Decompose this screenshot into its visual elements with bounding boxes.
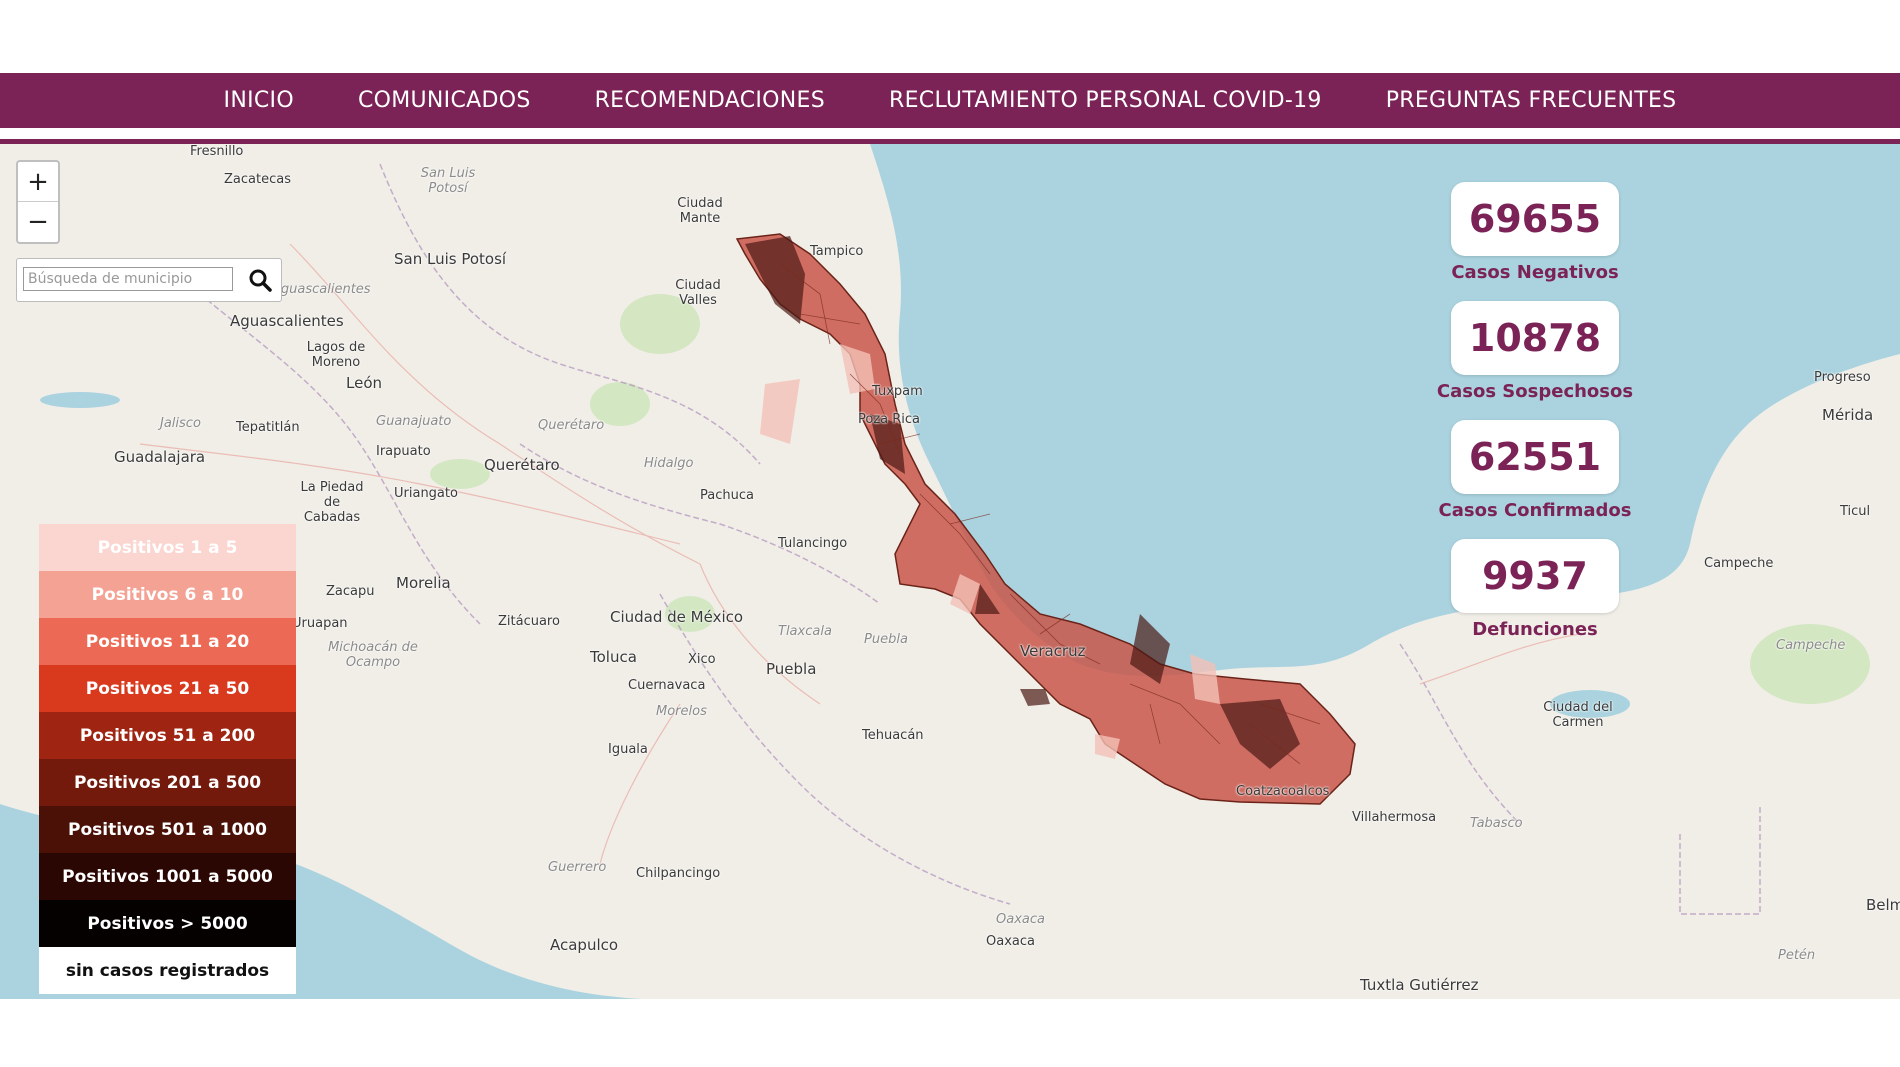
place-label: Zitácuaro [498, 614, 560, 629]
place-label: Acapulco [550, 936, 619, 954]
legend-item: Positivos 21 a 50 [39, 665, 296, 712]
place-label: Ciudad Valles [675, 278, 721, 308]
place-label: San Luis Potosí [420, 166, 476, 196]
gulf-of-mexico [870, 144, 1900, 676]
stat-label: Defunciones [1472, 619, 1598, 640]
stat-value: 9937 [1451, 539, 1619, 613]
place-label: Petén [1778, 948, 1816, 963]
stat-value: 10878 [1451, 301, 1619, 375]
place-label: Morelia [396, 574, 451, 592]
legend-item: Positivos 201 a 500 [39, 759, 296, 806]
nav-recomendaciones[interactable]: RECOMENDACIONES [563, 88, 857, 113]
legend-item: Positivos > 5000 [39, 900, 296, 947]
place-label: Tuxtla Gutiérrez [1360, 976, 1479, 994]
stat-label: Casos Negativos [1451, 262, 1619, 283]
stat-label: Casos Confirmados [1438, 500, 1632, 521]
place-label: Tlaxcala [778, 624, 832, 639]
place-label: Coatzacoalcos [1236, 784, 1330, 799]
place-label: Xico [688, 652, 716, 667]
place-label: Guadalajara [114, 448, 206, 466]
legend-item: Positivos 501 a 1000 [39, 806, 296, 853]
nav-preguntas-frecuentes[interactable]: PREGUNTAS FRECUENTES [1354, 88, 1709, 113]
place-label: Tuxpam [872, 384, 923, 399]
place-label: Guanajuato [376, 414, 452, 429]
place-label: León [346, 374, 383, 392]
legend-item: Positivos 1001 a 5000 [39, 853, 296, 900]
place-label: Cuernavaca [628, 678, 706, 693]
place-label: Tepatitlán [236, 420, 300, 435]
stat-value: 69655 [1451, 182, 1619, 256]
stat-label: Casos Sospechosos [1436, 381, 1634, 402]
place-label: Zacapu [326, 584, 375, 599]
zoom-out-button[interactable]: − [18, 202, 58, 241]
place-label: Uruapan [292, 616, 348, 631]
stats-panel: 69655 Casos Negativos 10878 Casos Sospec… [1430, 182, 1640, 658]
nav-inicio[interactable]: INICIO [192, 88, 326, 113]
place-label: Puebla [864, 632, 908, 647]
place-label: Ciudad de México [610, 608, 744, 626]
legend-item: sin casos registrados [39, 947, 296, 994]
place-label: Veracruz [1020, 642, 1086, 660]
main-nav: INICIO COMUNICADOS RECOMENDACIONES RECLU… [0, 73, 1900, 128]
place-label: Morelos [656, 704, 707, 719]
place-label: Ciudad del Carmen [1543, 700, 1613, 730]
place-label: San Luis Potosí [394, 250, 507, 268]
place-label: La Piedad de Cabadas [300, 480, 364, 525]
zoom-in-button[interactable]: + [18, 162, 58, 202]
legend-item: Positivos 11 a 20 [39, 618, 296, 665]
place-label: Iguala [608, 742, 648, 757]
place-label: Ticul [1840, 504, 1871, 519]
place-label: Villahermosa [1352, 810, 1437, 825]
place-label: Uriangato [394, 486, 458, 501]
map-view[interactable]: Fresnillo Zacatecas San Luis Potosí Ciud… [0, 144, 1900, 999]
place-label: Aguascalientes [230, 312, 344, 330]
municipio-search [16, 258, 282, 302]
stat-value: 62551 [1451, 420, 1619, 494]
place-label: Jalisco [160, 416, 201, 431]
place-label: Fresnillo [190, 144, 244, 159]
lake-chapala [40, 392, 120, 408]
place-label: Oaxaca [986, 934, 1035, 949]
place-label: Zacatecas [224, 172, 291, 187]
place-label: Tampico [810, 244, 864, 259]
place-label: Pachuca [700, 488, 754, 503]
legend-item: Positivos 51 a 200 [39, 712, 296, 759]
legend-item: Positivos 1 a 5 [39, 524, 296, 571]
place-label: Guerrero [548, 860, 607, 875]
place-label: Hidalgo [644, 456, 694, 471]
place-label: Tehuacán [862, 728, 924, 743]
zoom-control: + − [16, 160, 60, 244]
place-label: Campeche [1704, 556, 1774, 571]
nav-comunicados[interactable]: COMUNICADOS [326, 88, 563, 113]
place-label: Querétaro [484, 456, 560, 474]
stat-defunciones: 9937 Defunciones [1430, 539, 1640, 640]
place-label: Irapuato [376, 444, 431, 459]
nav-reclutamiento[interactable]: RECLUTAMIENTO PERSONAL COVID-19 [857, 88, 1354, 113]
place-label: Poza Rica [858, 412, 921, 427]
place-label: Belm [1866, 896, 1900, 914]
place-label: Michoacán de Ocampo [328, 640, 418, 670]
stat-confirmados: 62551 Casos Confirmados [1430, 420, 1640, 521]
map-legend: Positivos 1 a 5 Positivos 6 a 10 Positivos… [39, 524, 296, 994]
place-label: Tulancingo [778, 536, 848, 551]
place-label: Ciudad Mante [677, 196, 723, 226]
place-label: Campeche [1776, 638, 1846, 653]
municipio-search-input[interactable] [23, 267, 233, 291]
place-label: Aguascalientes [272, 282, 371, 297]
place-label: Querétaro [538, 418, 605, 433]
place-label: Chilpancingo [636, 866, 721, 881]
place-label: Lagos de Moreno [306, 340, 366, 370]
place-label: Puebla [766, 660, 817, 678]
stat-sospechosos: 10878 Casos Sospechosos [1430, 301, 1640, 402]
legend-item: Positivos 6 a 10 [39, 571, 296, 618]
place-label: Mérida [1822, 406, 1874, 424]
stat-negativos: 69655 Casos Negativos [1430, 182, 1640, 283]
place-label: Progreso [1814, 370, 1871, 385]
search-icon[interactable] [247, 267, 273, 293]
place-label: Oaxaca [996, 912, 1045, 927]
place-label: Tabasco [1470, 816, 1523, 831]
place-label: Toluca [590, 648, 637, 666]
